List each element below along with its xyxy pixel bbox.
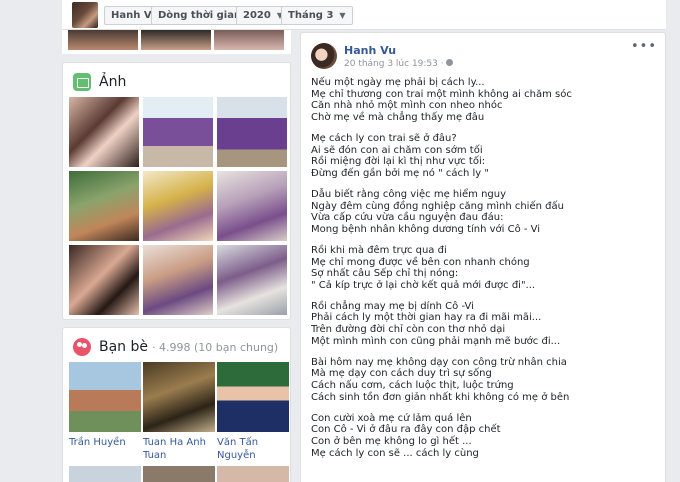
photo-thumb[interactable]	[69, 97, 139, 167]
photo-strip	[62, 30, 291, 54]
photo-thumb[interactable]	[217, 171, 287, 241]
photo-icon	[73, 73, 91, 91]
profile-avatar-small[interactable]	[72, 2, 98, 28]
friend-name[interactable]: Trần Huyền	[69, 436, 145, 449]
post-stanza: Mẹ cách ly con trai sẽ ở đâu? Ai sẽ đón …	[311, 132, 489, 179]
friend-photo[interactable]	[217, 466, 289, 482]
friends-count: · 4.998 (10 bạn chung)	[152, 340, 279, 354]
caret-down-icon: ▼	[339, 11, 346, 20]
post-stanza: Nếu một ngày mẹ phải bị cách ly... Mẹ ch…	[311, 77, 572, 123]
month-dropdown-label: Tháng 3	[288, 10, 334, 21]
photo-thumb[interactable]	[143, 245, 213, 315]
post-stanza: Dẫu biết rằng công việc mẹ hiểm nguy Ngà…	[311, 188, 564, 235]
photo-thumb[interactable]	[214, 30, 284, 50]
friends-icon	[73, 338, 91, 356]
post-stanza: Rồi khi mà đêm trực qua đi Mẹ chỉ mong đ…	[311, 244, 536, 291]
friends-header[interactable]: Bạn bè · 4.998 (10 bạn chung)	[73, 338, 278, 356]
post-author-avatar[interactable]	[311, 43, 337, 69]
friend-name[interactable]: Văn Tấn Nguyễn	[217, 436, 293, 462]
timeline-filter-bar: Hanh Vu Dòng thời gian▼ 2020▼ Tháng 3▼	[62, 0, 666, 30]
timeline-post: Hanh Vu 20 tháng 3 lúc 19:53 · ••• Nếu m…	[300, 32, 666, 482]
post-time-text[interactable]: 20 tháng 3 lúc 19:53 ·	[344, 59, 444, 69]
friends-title[interactable]: Bạn bè	[99, 339, 148, 355]
friend-photo[interactable]	[217, 362, 289, 432]
friend-photo[interactable]	[143, 466, 215, 482]
photo-thumb[interactable]	[69, 245, 139, 315]
more-icon[interactable]: •••	[631, 39, 657, 54]
photo-thumb[interactable]	[141, 30, 211, 50]
photos-card: Ảnh	[62, 62, 291, 320]
year-dropdown-label: 2020	[243, 10, 271, 21]
friend-photo[interactable]	[69, 362, 141, 432]
post-stanza: Con cười xoà mẹ cứ lảm quá lên Con Cô - …	[311, 412, 501, 459]
photo-thumb[interactable]	[143, 171, 213, 241]
photo-thumb[interactable]	[217, 97, 287, 167]
photo-thumb[interactable]	[68, 30, 138, 50]
photo-thumb[interactable]	[143, 97, 213, 167]
photo-thumb[interactable]	[69, 171, 139, 241]
timeline-dropdown-label: Dòng thời gian	[158, 10, 242, 21]
post-text: Nếu một ngày mẹ phải bị cách ly... Mẹ ch…	[311, 77, 657, 469]
friend-name[interactable]: Tuan Ha Anh Tuan	[143, 436, 219, 462]
post-author-name[interactable]: Hanh Vu	[344, 44, 396, 57]
photos-header[interactable]: Ảnh	[73, 73, 126, 91]
friends-card: Bạn bè · 4.998 (10 bạn chung) Trần Huyền…	[62, 327, 291, 482]
post-timestamp[interactable]: 20 tháng 3 lúc 19:53 ·	[344, 59, 453, 69]
globe-icon	[445, 59, 453, 66]
photo-thumb[interactable]	[217, 245, 287, 315]
friend-photo[interactable]	[143, 362, 215, 432]
post-stanza: Rồi chẳng may mẹ bị dính Cô -Vi Phải các…	[311, 300, 561, 347]
friend-photo[interactable]	[69, 466, 141, 482]
month-dropdown[interactable]: Tháng 3 ▼	[281, 6, 353, 25]
post-stanza: Bài hôm nay mẹ không dạy con công trừ nh…	[311, 356, 570, 403]
photos-title[interactable]: Ảnh	[99, 74, 126, 90]
